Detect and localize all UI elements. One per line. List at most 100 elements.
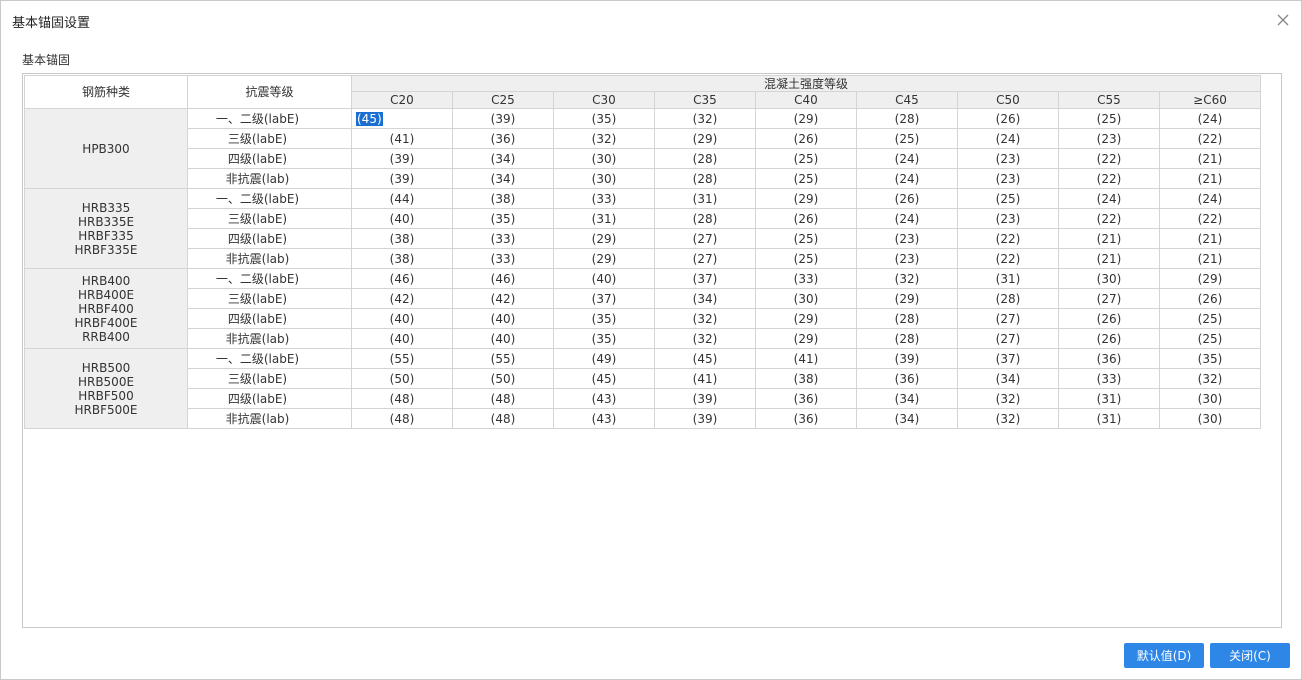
anchorage-value-cell[interactable]: (25): [755, 168, 857, 189]
anchorage-value-cell[interactable]: (21): [1058, 228, 1160, 249]
anchorage-value-cell[interactable]: (41): [351, 128, 453, 149]
anchorage-value-cell[interactable]: (29): [654, 128, 756, 149]
anchorage-value-cell[interactable]: (25): [1159, 328, 1261, 349]
anchorage-value-cell[interactable]: (30): [1159, 388, 1261, 409]
anchorage-value-cell[interactable]: (32): [654, 328, 756, 349]
anchorage-value-cell[interactable]: (39): [351, 168, 453, 189]
anchorage-value-cell[interactable]: (29): [755, 188, 857, 209]
anchorage-value-cell[interactable]: (24): [1159, 108, 1261, 129]
anchorage-value-cell[interactable]: (34): [856, 408, 958, 429]
anchorage-value-cell[interactable]: (28): [856, 308, 958, 329]
anchorage-value-cell[interactable]: (29): [755, 328, 857, 349]
anchorage-value-cell[interactable]: (55): [452, 348, 554, 369]
anchorage-value-cell[interactable]: (36): [755, 408, 857, 429]
anchorage-value-cell[interactable]: (41): [755, 348, 857, 369]
anchorage-value-cell[interactable]: (26): [957, 108, 1059, 129]
anchorage-value-cell[interactable]: (32): [957, 388, 1059, 409]
anchorage-value-cell[interactable]: (32): [1159, 368, 1261, 389]
anchorage-value-cell[interactable]: (25): [1159, 308, 1261, 329]
anchorage-value-cell[interactable]: (25): [1058, 108, 1160, 129]
anchorage-value-cell[interactable]: (23): [856, 228, 958, 249]
close-button[interactable]: 关闭(C): [1210, 643, 1290, 668]
anchorage-value-cell[interactable]: (26): [1159, 288, 1261, 309]
anchorage-value-cell[interactable]: (40): [452, 328, 554, 349]
anchorage-value-cell[interactable]: (22): [1058, 148, 1160, 169]
anchorage-value-cell[interactable]: (24): [856, 208, 958, 229]
anchorage-value-cell[interactable]: (39): [654, 408, 756, 429]
anchorage-value-cell[interactable]: (49): [553, 348, 655, 369]
anchorage-value-cell[interactable]: (24): [1159, 188, 1261, 209]
anchorage-value-cell[interactable]: (38): [452, 188, 554, 209]
anchorage-value-cell[interactable]: (27): [957, 308, 1059, 329]
anchorage-value-cell[interactable]: (43): [553, 388, 655, 409]
anchorage-value-cell[interactable]: (26): [1058, 308, 1160, 329]
anchorage-value-cell[interactable]: (31): [1058, 408, 1160, 429]
anchorage-value-cell[interactable]: (27): [654, 228, 756, 249]
anchorage-value-cell[interactable]: (30): [1058, 268, 1160, 289]
anchorage-value-cell[interactable]: (48): [452, 388, 554, 409]
anchorage-value-cell[interactable]: (36): [1058, 348, 1160, 369]
anchorage-value-cell[interactable]: (28): [957, 288, 1059, 309]
anchorage-value-cell[interactable]: (40): [351, 208, 453, 229]
anchorage-value-cell[interactable]: (22): [1058, 168, 1160, 189]
anchorage-value-cell[interactable]: (30): [755, 288, 857, 309]
anchorage-value-cell[interactable]: (23): [957, 208, 1059, 229]
anchorage-value-cell[interactable]: (24): [1058, 188, 1160, 209]
anchorage-value-cell[interactable]: (45): [553, 368, 655, 389]
anchorage-value-cell[interactable]: (37): [957, 348, 1059, 369]
anchorage-value-cell[interactable]: (35): [553, 308, 655, 329]
anchorage-value-cell[interactable]: (38): [351, 228, 453, 249]
anchorage-value-cell[interactable]: (31): [1058, 388, 1160, 409]
anchorage-value-cell[interactable]: (21): [1159, 148, 1261, 169]
anchorage-value-cell[interactable]: (32): [654, 308, 756, 329]
anchorage-value-cell[interactable]: (25): [755, 248, 857, 269]
anchorage-value-cell[interactable]: (34): [654, 288, 756, 309]
anchorage-value-cell[interactable]: (33): [553, 188, 655, 209]
anchorage-value-cell[interactable]: (42): [452, 288, 554, 309]
anchorage-value-cell[interactable]: (40): [351, 308, 453, 329]
anchorage-value-cell[interactable]: (48): [452, 408, 554, 429]
anchorage-value-cell[interactable]: (29): [856, 288, 958, 309]
anchorage-value-cell[interactable]: (25): [856, 128, 958, 149]
anchorage-value-cell[interactable]: (30): [1159, 408, 1261, 429]
anchorage-value-cell[interactable]: (23): [856, 248, 958, 269]
anchorage-value-cell[interactable]: (22): [957, 228, 1059, 249]
anchorage-value-cell[interactable]: (29): [1159, 268, 1261, 289]
anchorage-value-cell[interactable]: (29): [755, 108, 857, 129]
anchorage-value-cell[interactable]: (50): [452, 368, 554, 389]
anchorage-value-cell[interactable]: (34): [452, 168, 554, 189]
anchorage-value-cell[interactable]: (29): [553, 228, 655, 249]
anchorage-value-cell[interactable]: (21): [1159, 248, 1261, 269]
anchorage-value-cell[interactable]: (25): [755, 148, 857, 169]
anchorage-value-cell[interactable]: (39): [856, 348, 958, 369]
anchorage-value-cell[interactable]: (33): [452, 228, 554, 249]
anchorage-value-cell[interactable]: (23): [957, 168, 1059, 189]
anchorage-value-cell[interactable]: (33): [452, 248, 554, 269]
anchorage-value-cell[interactable]: (46): [351, 268, 453, 289]
anchorage-value-cell[interactable]: (25): [755, 228, 857, 249]
anchorage-value-cell[interactable]: (39): [452, 108, 554, 129]
anchorage-value-cell[interactable]: (42): [351, 288, 453, 309]
anchorage-value-cell[interactable]: (30): [553, 168, 655, 189]
anchorage-value-cell[interactable]: (24): [856, 148, 958, 169]
anchorage-value-cell[interactable]: (35): [553, 328, 655, 349]
anchorage-value-cell[interactable]: (37): [654, 268, 756, 289]
anchorage-value-cell[interactable]: (26): [1058, 328, 1160, 349]
anchorage-value-cell[interactable]: (45): [351, 108, 453, 129]
anchorage-value-cell[interactable]: (35): [452, 208, 554, 229]
anchorage-value-cell[interactable]: (27): [654, 248, 756, 269]
anchorage-value-cell[interactable]: (48): [351, 408, 453, 429]
anchorage-value-cell[interactable]: (26): [755, 128, 857, 149]
anchorage-value-cell[interactable]: (23): [1058, 128, 1160, 149]
anchorage-value-cell[interactable]: (40): [553, 268, 655, 289]
anchorage-value-cell[interactable]: (25): [957, 188, 1059, 209]
anchorage-value-cell[interactable]: (37): [553, 288, 655, 309]
anchorage-value-cell[interactable]: (29): [755, 308, 857, 329]
anchorage-value-cell[interactable]: (43): [553, 408, 655, 429]
anchorage-value-cell[interactable]: (38): [351, 248, 453, 269]
anchorage-value-cell[interactable]: (38): [755, 368, 857, 389]
anchorage-value-cell[interactable]: (35): [1159, 348, 1261, 369]
anchorage-value-cell[interactable]: (40): [351, 328, 453, 349]
anchorage-value-cell[interactable]: (36): [452, 128, 554, 149]
anchorage-value-cell[interactable]: (36): [755, 388, 857, 409]
